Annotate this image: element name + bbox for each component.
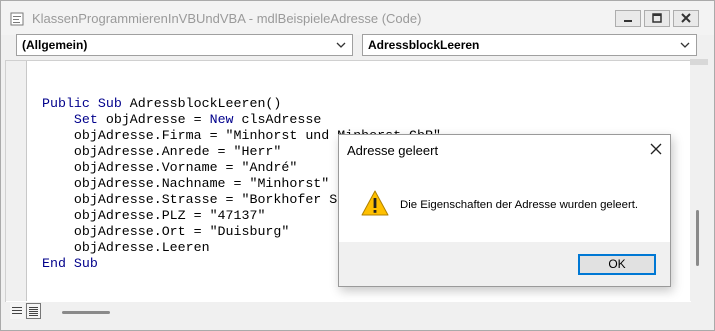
full-module-view-button[interactable] (26, 303, 41, 319)
code-line: New (209, 112, 234, 127)
margin-indicator-bar[interactable] (6, 61, 27, 301)
full-module-view-icon (29, 307, 38, 316)
maximize-button[interactable] (644, 10, 670, 27)
code-line: AdressblockLeeren() (121, 96, 282, 111)
code-line: objAdresse.Leeren (42, 240, 210, 255)
close-icon (681, 13, 691, 23)
code-line: objAdresse.Ort = "Duisburg" (42, 224, 290, 239)
horizontal-scrollbar[interactable] (46, 302, 690, 324)
procedure-view-button[interactable] (10, 303, 25, 319)
code-line: clsAdresse (233, 112, 322, 127)
vertical-scrollbar[interactable] (690, 60, 708, 301)
horizontal-scroll-thumb[interactable] (62, 311, 110, 314)
object-combo-value: (Allgemein) (22, 38, 88, 52)
object-combo[interactable]: (Allgemein) (16, 34, 353, 56)
procedure-combo[interactable]: AdressblockLeeren (362, 34, 697, 56)
message-dialog: Adresse geleert Die Eigenschaften der Ad… (338, 134, 671, 287)
close-icon[interactable] (649, 142, 663, 156)
dialog-title: Adresse geleert (347, 143, 439, 158)
code-line: Public Sub (42, 96, 122, 111)
close-window-button[interactable] (673, 10, 699, 27)
code-line: objAdresse.Strasse = "Borkhofer S (42, 192, 338, 207)
code-line: objAdresse.Vorname = "André" (42, 160, 298, 175)
vertical-scroll-thumb[interactable] (696, 210, 699, 266)
dialog-message: Die Eigenschaften der Adresse wurden gel… (400, 199, 639, 211)
ok-button[interactable]: OK (578, 254, 656, 275)
warning-icon (361, 190, 389, 216)
code-line: objAdresse.PLZ = "47137" (42, 208, 266, 223)
window-title: KlassenProgrammierenInVBUndVBA - mdlBeis… (32, 11, 422, 26)
procedure-view-icon (12, 307, 22, 314)
maximize-icon (652, 13, 662, 23)
code-line: End Sub (42, 256, 98, 271)
minimize-button[interactable] (615, 10, 641, 27)
code-line: Set (73, 112, 98, 127)
vba-module-icon (10, 12, 24, 26)
code-line: objAdresse.Anrede = "Herr" (42, 144, 282, 159)
code-line: objAdresse = (97, 112, 210, 127)
chevron-down-icon (336, 42, 346, 48)
title-bar[interactable]: KlassenProgrammierenInVBUndVBA - mdlBeis… (1, 1, 714, 35)
split-bar[interactable] (690, 59, 708, 65)
procedure-combo-value: AdressblockLeeren (368, 38, 480, 52)
code-line: objAdresse.Nachname = "Minhorst" (42, 176, 330, 191)
chevron-down-icon (680, 42, 690, 48)
minimize-icon (624, 20, 632, 22)
